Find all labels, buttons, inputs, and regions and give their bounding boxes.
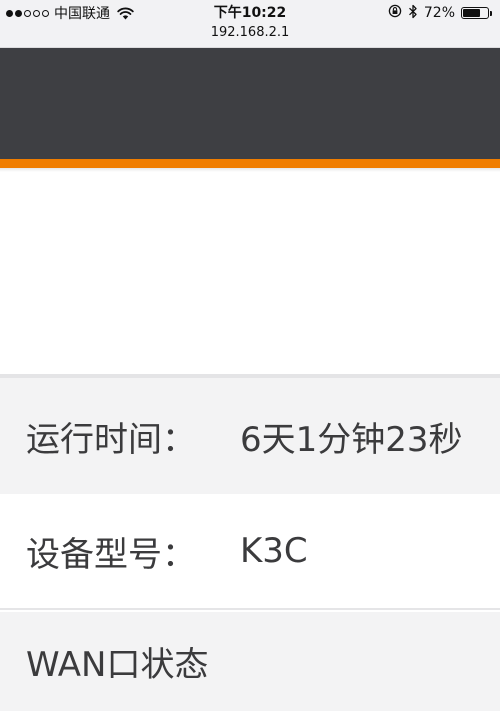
uptime-value: 6天1分钟23秒 [240,419,463,460]
battery-percent: 72% [423,5,455,21]
content-panel [0,172,500,374]
wan-status-row[interactable]: WAN口状态 [0,612,500,711]
bluetooth-icon [408,4,418,23]
orientation-lock-icon [388,4,402,22]
status-right-group: 72% [388,3,492,23]
status-bar: 中国联通 下午10:22 72% 192.168.2.1 [0,0,500,48]
address-bar-url[interactable]: 192.168.2.1 [0,24,500,42]
battery-icon [461,7,492,19]
wan-status-label: WAN口状态 [26,645,209,685]
device-model-row: 设备型号： K3C [0,494,500,610]
battery-level-fill [463,9,481,17]
uptime-label: 运行时间： [26,419,196,460]
uptime-row: 运行时间： 6天1分钟23秒 [0,378,500,494]
battery-tip [490,10,492,16]
battery-body [461,7,489,19]
header-accent-bar [0,159,500,168]
app-header [0,48,500,159]
device-model-label: 设备型号： [26,534,196,575]
device-model-value: K3C [240,531,308,571]
